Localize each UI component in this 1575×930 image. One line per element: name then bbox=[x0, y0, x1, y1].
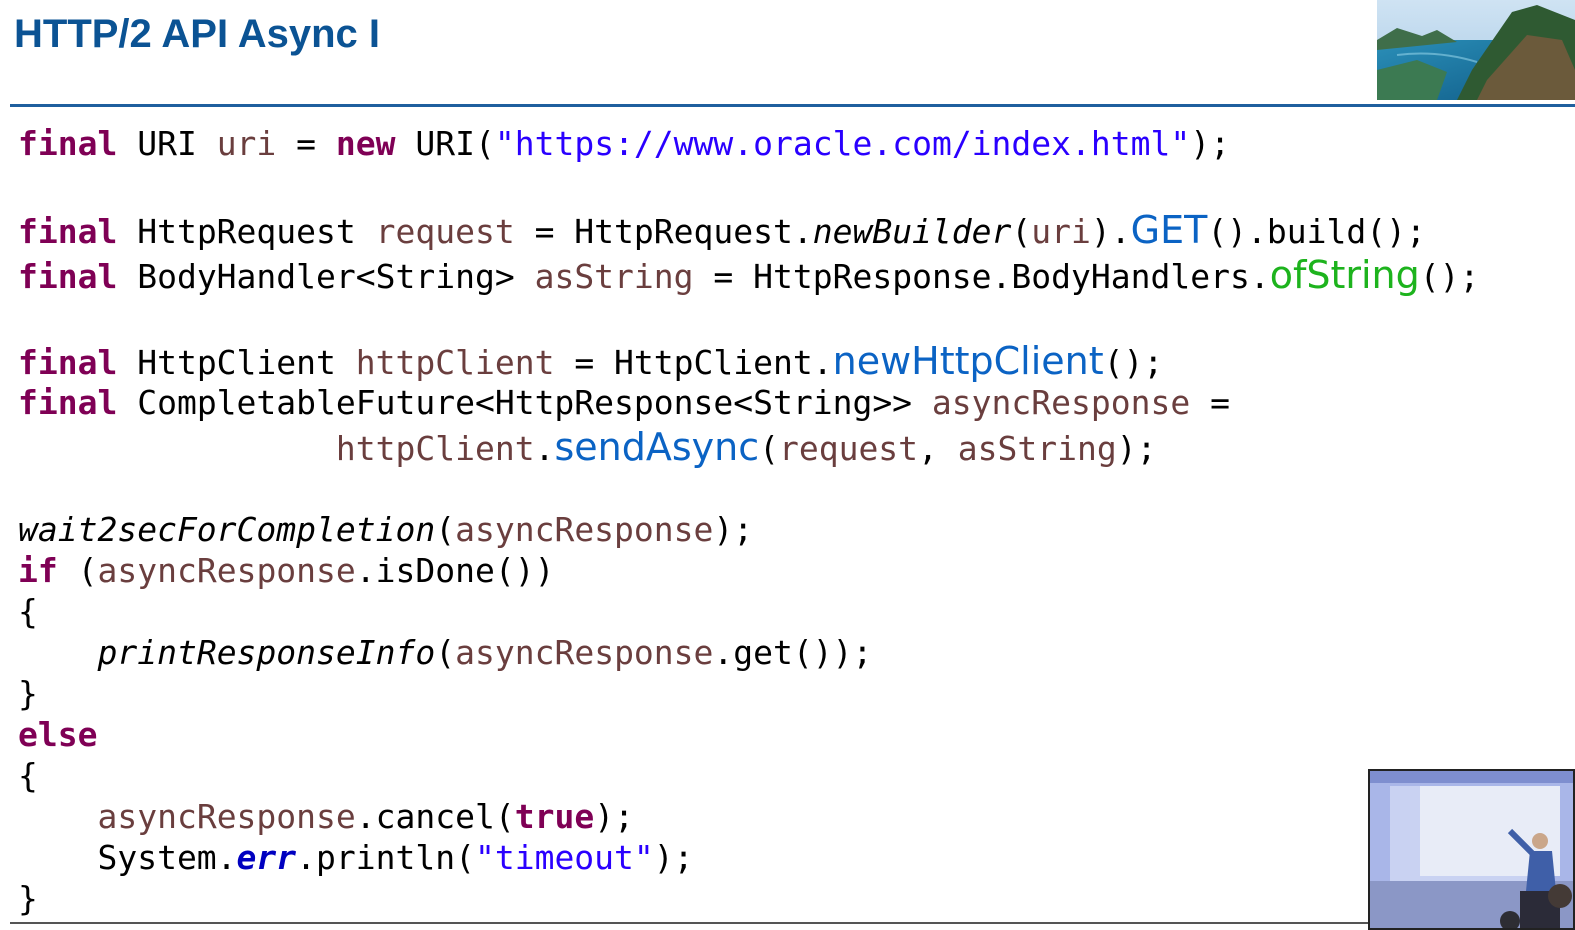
code-token: sendAsync bbox=[554, 425, 760, 469]
slide-title: HTTP/2 API Async I bbox=[14, 12, 381, 56]
code-line: } bbox=[18, 674, 38, 714]
code-token: ().build(); bbox=[1207, 212, 1426, 251]
code-line: System.err.println("timeout"); bbox=[18, 838, 694, 878]
code-token: URI( bbox=[395, 124, 495, 163]
code-line: final URI uri = new URI("https://www.ora… bbox=[18, 124, 1230, 164]
code-line: final HttpRequest request = HttpRequest.… bbox=[18, 208, 1426, 252]
code-token: ); bbox=[653, 838, 694, 877]
code-token: = bbox=[1190, 383, 1230, 422]
code-token: (); bbox=[1419, 257, 1480, 296]
code-token: final bbox=[18, 124, 118, 163]
code-token: request bbox=[778, 429, 919, 468]
code-line: if (asyncResponse.isDone()) bbox=[18, 551, 554, 591]
presenter-image bbox=[1370, 771, 1573, 928]
code-token: URI bbox=[117, 124, 217, 163]
code-token: ). bbox=[1090, 212, 1131, 251]
code-token: ); bbox=[1116, 429, 1157, 468]
code-token: HttpClient bbox=[117, 343, 356, 382]
code-token: httpClient bbox=[335, 429, 535, 468]
code-token: .cancel( bbox=[355, 797, 515, 836]
code-token: asyncResponse bbox=[97, 797, 356, 836]
code-token: ); bbox=[594, 797, 634, 836]
code-token: . bbox=[534, 429, 555, 468]
code-token: ( bbox=[57, 551, 98, 590]
code-token: System. bbox=[18, 838, 237, 877]
code-token: if bbox=[18, 551, 58, 590]
code-token: else bbox=[18, 715, 98, 754]
code-token: (); bbox=[1103, 343, 1164, 382]
code-token: GET bbox=[1130, 208, 1208, 252]
code-token: true bbox=[514, 797, 595, 836]
code-line: } bbox=[18, 879, 38, 919]
code-token: asString bbox=[534, 257, 694, 296]
landscape-photo bbox=[1377, 0, 1575, 100]
code-line: { bbox=[18, 756, 38, 796]
code-token: ofString bbox=[1269, 253, 1420, 297]
code-line: asyncResponse.cancel(true); bbox=[18, 797, 634, 837]
code-token: ( bbox=[759, 429, 779, 468]
code-token: ( bbox=[1011, 212, 1032, 251]
code-token: err bbox=[236, 838, 297, 877]
code-token: , bbox=[918, 429, 958, 468]
title-underline bbox=[10, 104, 1575, 107]
code-token: = bbox=[276, 124, 336, 163]
code-token: HttpRequest bbox=[117, 212, 376, 251]
code-token: httpClient bbox=[355, 343, 555, 382]
code-token: new bbox=[335, 124, 396, 163]
code-token: final bbox=[18, 212, 118, 251]
code-token: wait2secForCompletion bbox=[18, 510, 436, 549]
lake-island-image bbox=[1377, 0, 1575, 100]
speaker-video-thumbnail bbox=[1368, 769, 1575, 930]
code-line: wait2secForCompletion(asyncResponse); bbox=[18, 510, 753, 550]
code-token: asyncResponse bbox=[455, 633, 714, 672]
code-token: newBuilder bbox=[812, 212, 1012, 251]
code-token: .get()); bbox=[713, 633, 873, 672]
code-token: final bbox=[18, 343, 118, 382]
code-token: ); bbox=[713, 510, 754, 549]
code-token: .println( bbox=[296, 838, 475, 877]
code-token: { bbox=[18, 592, 38, 631]
code-line: final HttpClient httpClient = HttpClient… bbox=[18, 339, 1164, 383]
code-token: } bbox=[18, 674, 38, 713]
code-line: else bbox=[18, 715, 97, 755]
code-token: = HttpClient. bbox=[554, 343, 833, 382]
code-token: final bbox=[18, 257, 118, 296]
code-line: final CompletableFuture<HttpResponse<Str… bbox=[18, 383, 1230, 423]
code-token: newHttpClient bbox=[832, 339, 1104, 383]
code-token: uri bbox=[216, 124, 277, 163]
code-token: printResponseInfo bbox=[97, 633, 436, 672]
code-token: "https://www.oracle.com/index.html" bbox=[494, 124, 1191, 163]
bottom-divider bbox=[10, 922, 1575, 924]
code-token: request bbox=[375, 212, 515, 251]
code-token: .isDone()) bbox=[355, 551, 555, 590]
code-token: ); bbox=[1190, 124, 1230, 163]
code-token: { bbox=[18, 756, 38, 795]
code-token: asString bbox=[957, 429, 1117, 468]
code-line: httpClient.sendAsync(request, asString); bbox=[18, 425, 1157, 469]
code-token: = HttpRequest. bbox=[514, 212, 813, 251]
code-token: ( bbox=[435, 510, 456, 549]
code-line: { bbox=[18, 592, 38, 632]
code-token: BodyHandler<String> bbox=[117, 257, 535, 296]
code-token: asyncResponse bbox=[97, 551, 356, 590]
code-token: } bbox=[18, 879, 38, 918]
code-token: uri bbox=[1031, 212, 1091, 251]
code-token: = HttpResponse.BodyHandlers. bbox=[693, 257, 1270, 296]
code-token: asyncResponse bbox=[931, 383, 1191, 422]
code-token: CompletableFuture<HttpResponse<String>> bbox=[117, 383, 932, 422]
code-line: printResponseInfo(asyncResponse.get()); bbox=[18, 633, 872, 673]
code-token: asyncResponse bbox=[455, 510, 714, 549]
code-token: "timeout" bbox=[474, 838, 654, 877]
code-line: final BodyHandler<String> asString = Htt… bbox=[18, 253, 1480, 297]
code-token: final bbox=[18, 383, 118, 422]
code-token: ( bbox=[435, 633, 456, 672]
